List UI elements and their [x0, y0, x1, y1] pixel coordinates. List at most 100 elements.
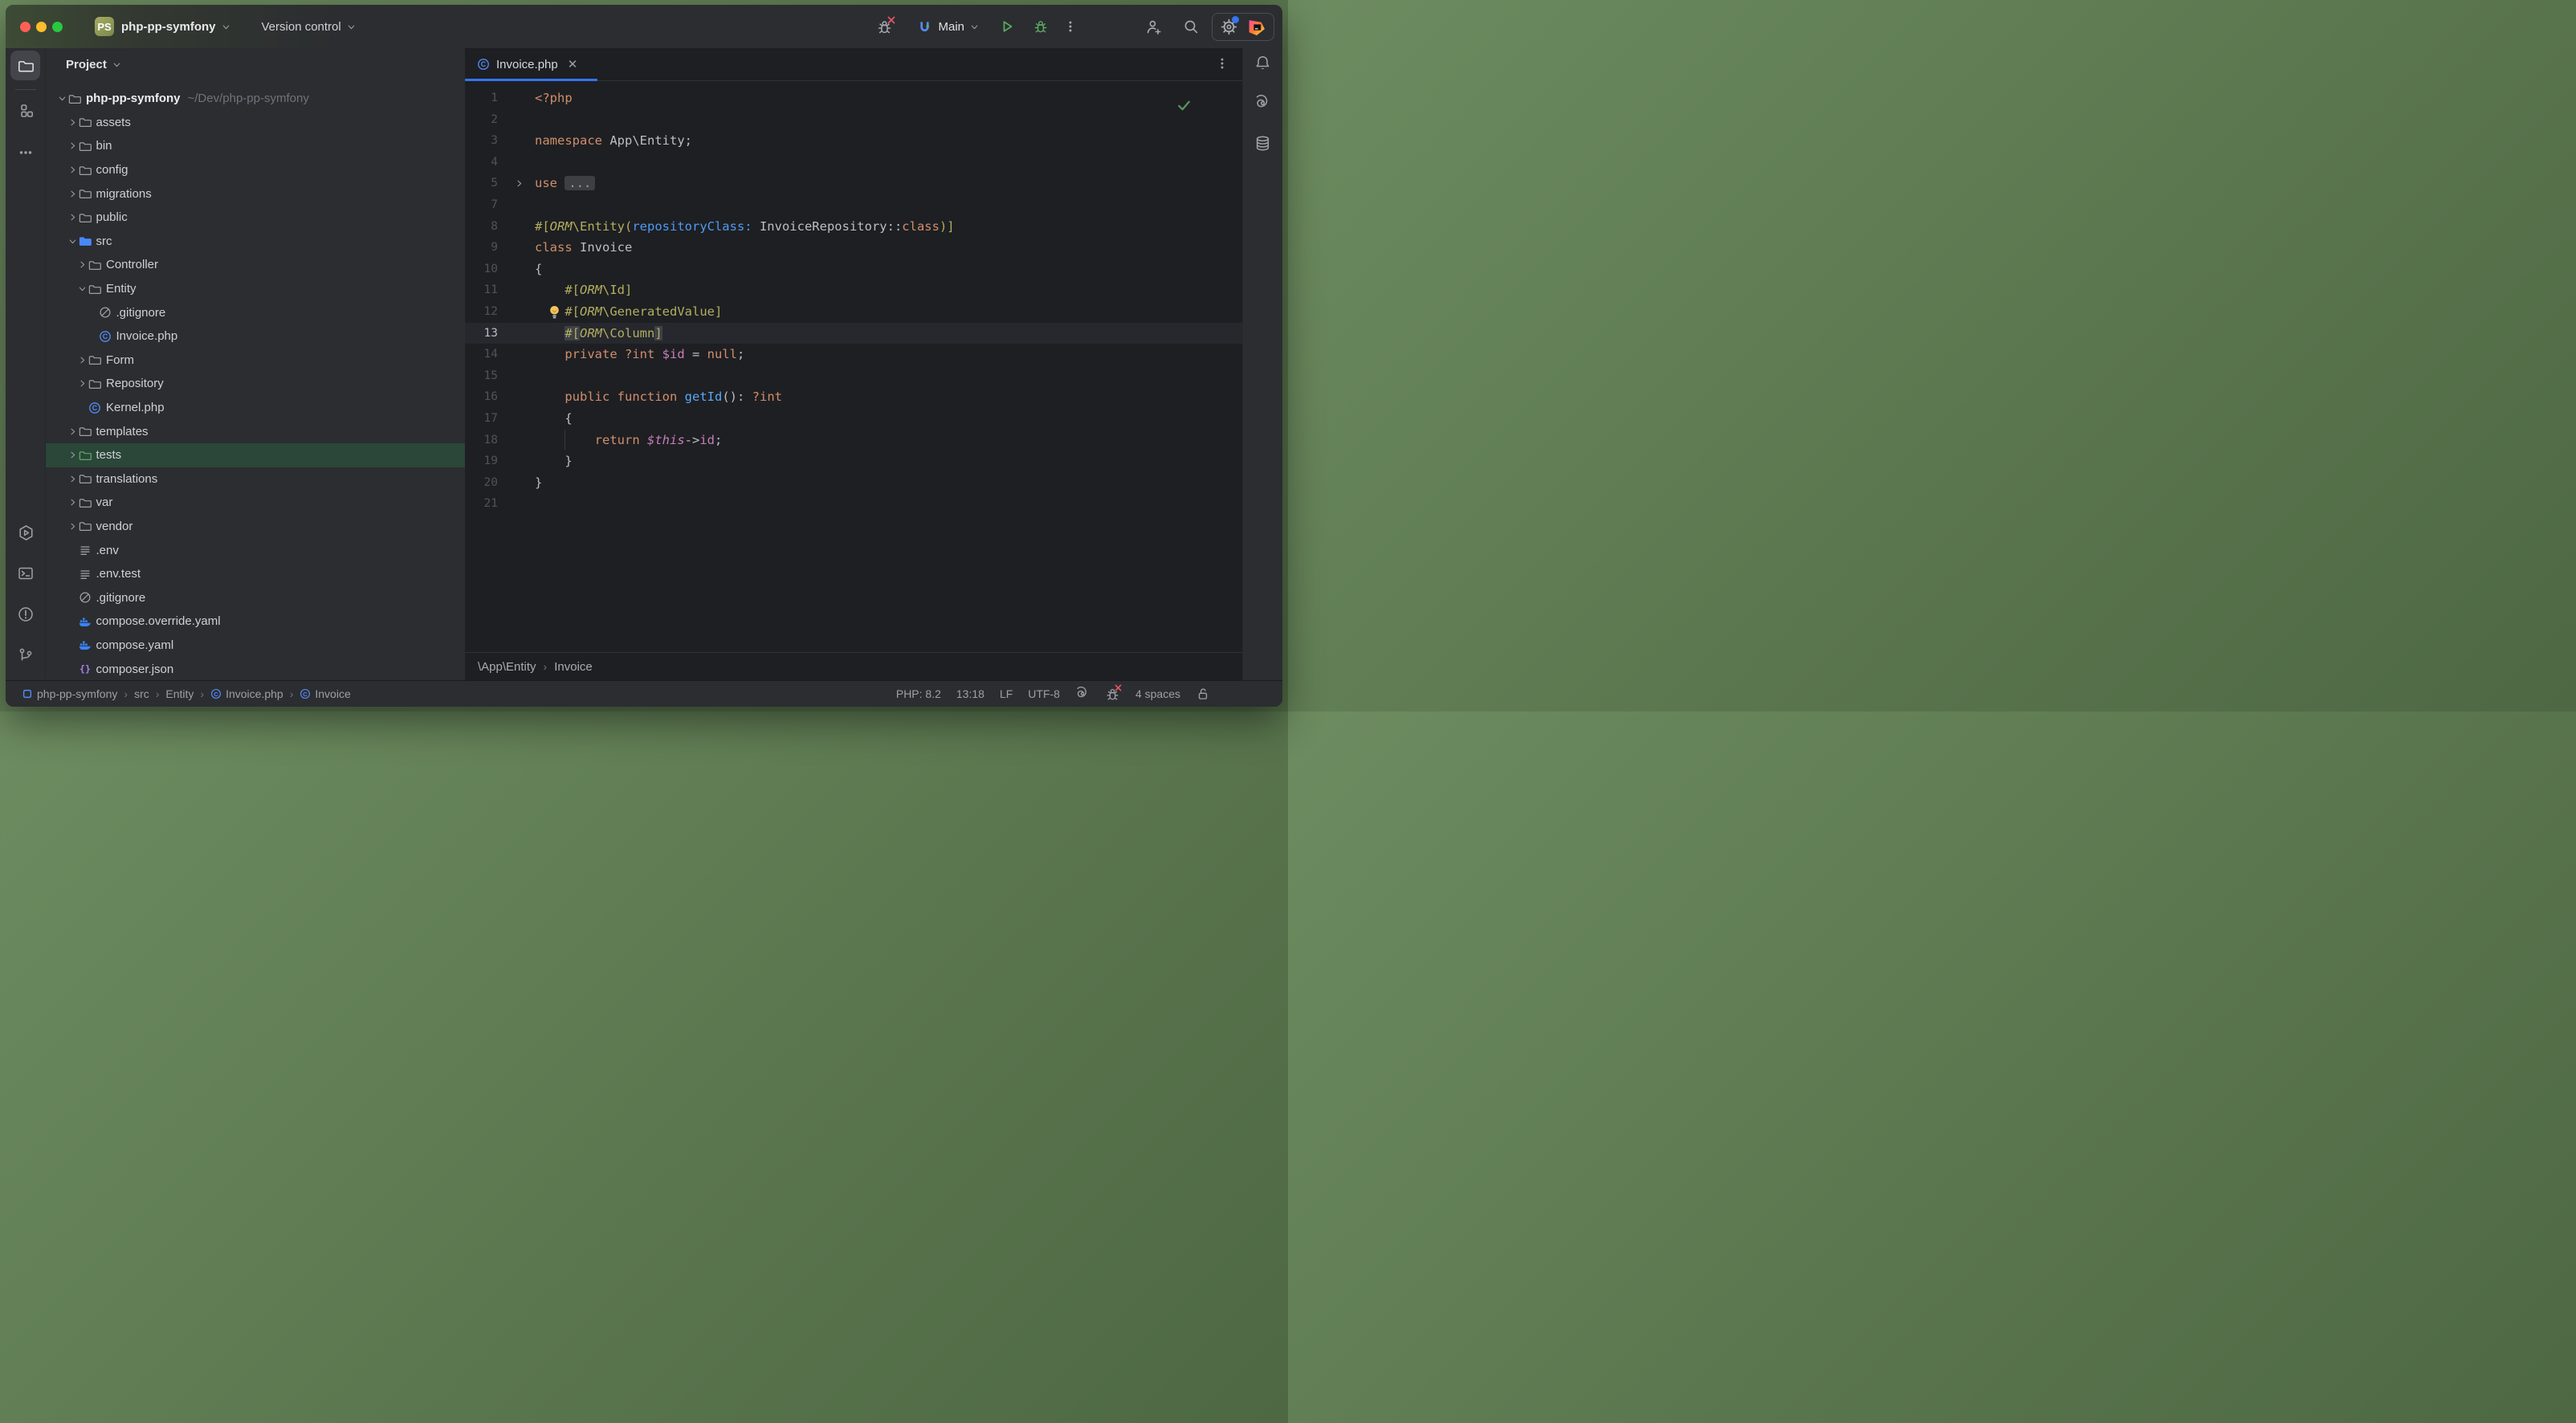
chevron-down-icon[interactable] [67, 236, 78, 247]
tree-item-Form[interactable]: Form [46, 349, 465, 373]
tree-item-Entity[interactable]: Entity [46, 277, 465, 301]
folder-icon [68, 92, 81, 105]
chevron-right-icon[interactable] [67, 426, 78, 437]
line-ending-widget[interactable]: LF [1000, 687, 1013, 700]
structure-toolwindow-button[interactable] [6, 99, 46, 123]
tree-item-Invoice.php[interactable]: Invoice.php [46, 324, 465, 349]
code-line-1: 1<?php [465, 88, 1242, 109]
search-everywhere-button[interactable] [1183, 18, 1199, 35]
tree-item-composer.json[interactable]: composer.json [46, 657, 465, 680]
chevron-right-icon[interactable] [77, 259, 88, 270]
status-breadcrumb-item[interactable]: src [134, 687, 149, 700]
line-number: 3 [465, 130, 498, 152]
more-actions-button[interactable] [1063, 19, 1078, 34]
folded-region[interactable]: ... [565, 176, 595, 190]
tree-item-config[interactable]: config [46, 158, 465, 182]
tree-item-.env[interactable]: .env [46, 538, 465, 562]
tree-item-Kernel.php[interactable]: Kernel.php [46, 396, 465, 420]
folder-icon [79, 520, 92, 532]
notification-dot [1232, 16, 1239, 23]
unlocked-icon[interactable] [1196, 687, 1210, 701]
tree-item-Repository[interactable]: Repository [46, 372, 465, 396]
chevron-right-icon[interactable] [67, 189, 78, 199]
chevron-right-icon[interactable] [67, 165, 78, 175]
intention-bulb-icon[interactable] [548, 305, 560, 320]
chevron-down-icon[interactable] [57, 93, 67, 104]
project-toolwindow-button[interactable] [10, 51, 40, 80]
chevron-right-icon[interactable] [67, 521, 78, 532]
indent-widget[interactable]: 4 spaces [1135, 687, 1180, 700]
tree-item-.env.test[interactable]: .env.test [46, 562, 465, 586]
tree-item-Controller[interactable]: Controller [46, 253, 465, 277]
tree-item-public[interactable]: public [46, 206, 465, 230]
fold-arrow-icon[interactable] [498, 173, 535, 194]
php-version-widget[interactable]: PHP: 8.2 [896, 687, 941, 700]
services-toolwindow-button[interactable] [6, 520, 46, 544]
caret-position-widget[interactable]: 13:18 [956, 687, 984, 700]
tree-item-.gitignore[interactable]: .gitignore [46, 300, 465, 324]
notifications-toolwindow-button[interactable] [1243, 55, 1283, 71]
status-breadcrumb-item[interactable]: Entity [165, 687, 194, 700]
code-with-me-button[interactable] [1145, 18, 1162, 35]
editor-options-kebab-icon[interactable] [1215, 56, 1229, 71]
no-debug-session-icon[interactable] [876, 18, 893, 35]
chevron-right-icon[interactable] [77, 355, 88, 365]
chevron-right-icon[interactable] [67, 497, 78, 508]
tree-item-translations[interactable]: translations [46, 467, 465, 491]
tree-item-php-pp-symfony[interactable]: php-pp-symfony~/Dev/php-pp-symfony [46, 87, 465, 111]
tree-item-.gitignore[interactable]: .gitignore [46, 585, 465, 610]
status-breadcrumb-item[interactable]: php-pp-symfony [22, 687, 117, 700]
close-window-button[interactable] [20, 22, 31, 32]
debug-button[interactable] [1033, 18, 1049, 35]
tree-item-migrations[interactable]: migrations [46, 181, 465, 206]
project-path: ~/Dev/php-pp-symfony [188, 92, 309, 105]
project-name-menu[interactable]: php-pp-symfony [121, 20, 216, 34]
status-breadcrumb-item[interactable]: Invoice [300, 687, 350, 700]
breadcrumb-item[interactable]: \App\Entity [478, 660, 536, 674]
database-toolwindow-button[interactable] [1243, 135, 1283, 151]
tree-item-bin[interactable]: bin [46, 134, 465, 158]
chevron-down-icon[interactable] [77, 283, 88, 294]
tree-item-assets[interactable]: assets [46, 111, 465, 135]
no-debug-icon[interactable] [1105, 687, 1120, 702]
chevron-right-icon[interactable] [67, 141, 78, 151]
tree-item-tests[interactable]: tests [46, 443, 465, 467]
tree-item-vendor[interactable]: vendor [46, 515, 465, 539]
close-tab-icon[interactable]: ✕ [568, 57, 578, 71]
ai-spiral-icon[interactable] [1075, 687, 1090, 701]
chevron-right-icon[interactable] [67, 450, 78, 460]
git-branch-icon [18, 647, 34, 663]
git-toolwindow-button[interactable] [6, 643, 46, 667]
status-breadcrumb-item[interactable]: Invoice.php [210, 687, 283, 700]
phpstorm-logo-icon[interactable] [1247, 18, 1266, 36]
terminal-toolwindow-button[interactable] [6, 561, 46, 585]
minimize-window-button[interactable] [36, 22, 47, 32]
git-branch-widget[interactable]: Main [917, 19, 980, 35]
tree-item-compose.override.yaml[interactable]: compose.override.yaml [46, 610, 465, 634]
tree-item-var[interactable]: var [46, 491, 465, 515]
encoding-widget[interactable]: UTF-8 [1028, 687, 1060, 700]
docker-icon [79, 615, 92, 628]
code-area[interactable]: 1<?php23namespace App\Entity;45use ...78… [465, 81, 1242, 652]
code-line-17: 17 { [465, 408, 1242, 430]
version-control-menu[interactable]: Version control [262, 20, 341, 34]
zoom-window-button[interactable] [52, 22, 63, 32]
more-toolwindows-button[interactable] [6, 141, 46, 165]
project-panel-title[interactable]: Project [66, 58, 107, 71]
problems-toolwindow-button[interactable] [6, 602, 46, 626]
settings-gear-button[interactable] [1221, 18, 1237, 35]
tree-item-src[interactable]: src [46, 230, 465, 254]
ai-assistant-toolwindow-button[interactable] [1243, 95, 1283, 111]
tab-invoice-php[interactable]: Invoice.php ✕ [465, 48, 577, 80]
code-line-2: 2 [465, 109, 1242, 131]
run-button[interactable] [999, 18, 1015, 35]
tree-item-compose.yaml[interactable]: compose.yaml [46, 634, 465, 658]
line-number: 9 [465, 237, 498, 259]
chevron-right-icon[interactable] [77, 378, 88, 389]
chevron-right-icon[interactable] [67, 117, 78, 128]
tree-item-templates[interactable]: templates [46, 419, 465, 443]
code-line-3: 3namespace App\Entity; [465, 130, 1242, 152]
chevron-right-icon[interactable] [67, 474, 78, 484]
breadcrumb-item[interactable]: Invoice [554, 660, 593, 674]
chevron-right-icon[interactable] [67, 212, 78, 222]
